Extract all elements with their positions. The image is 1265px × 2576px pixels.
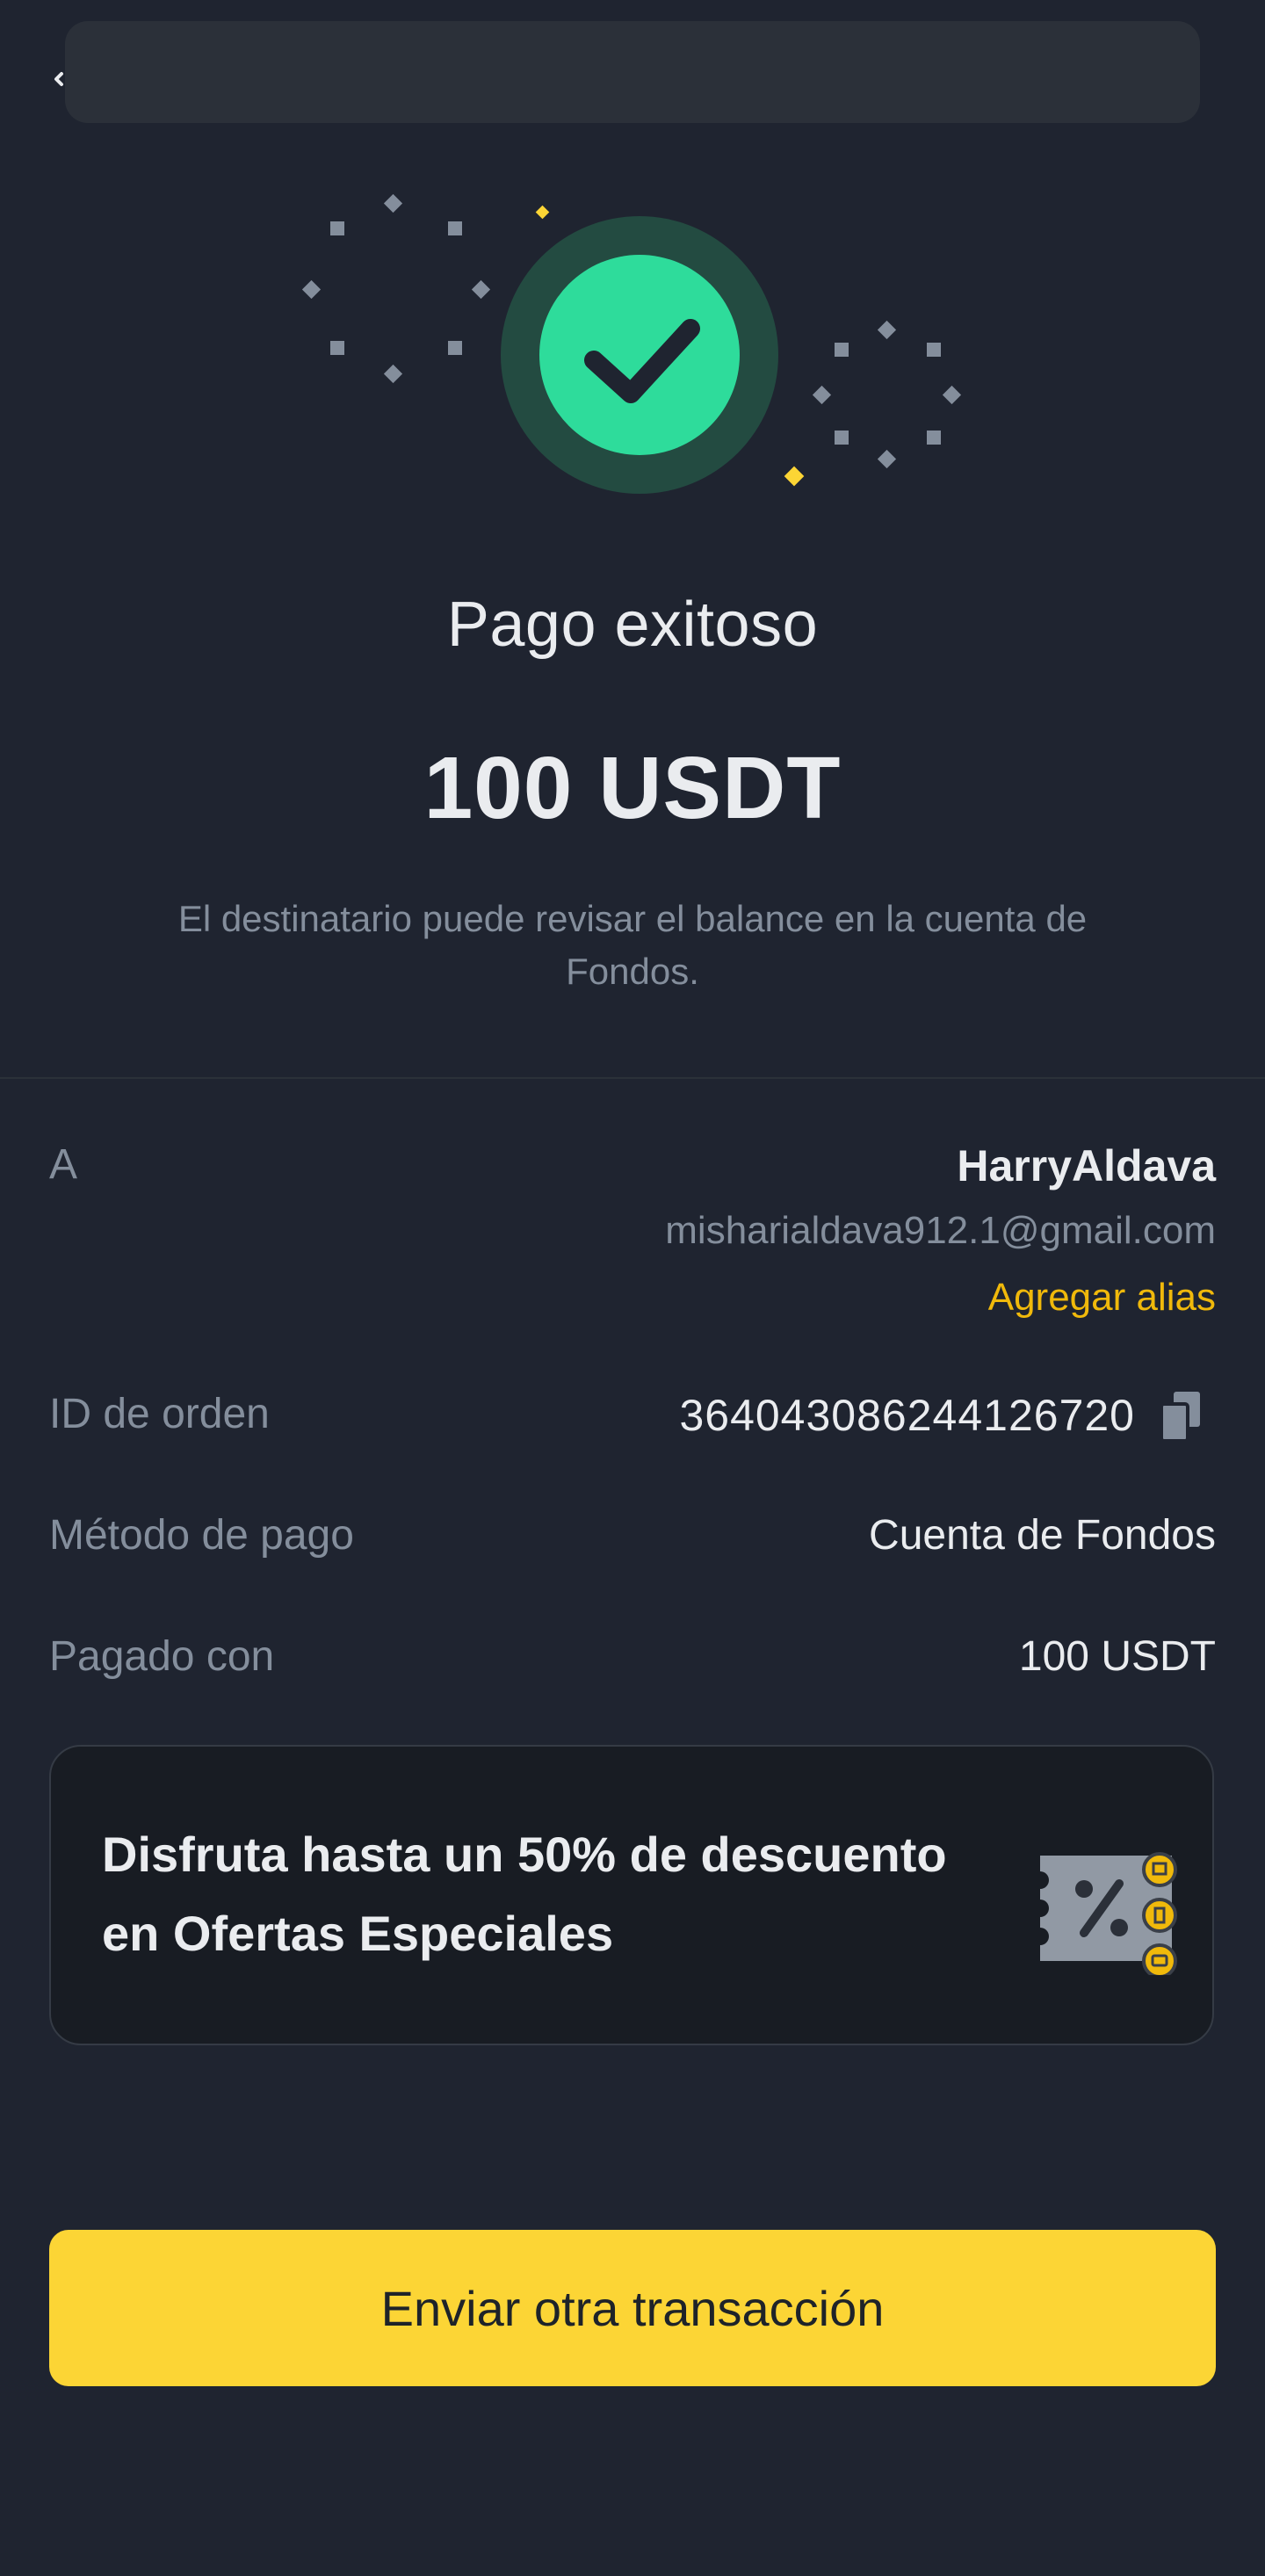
order-id-value: 364043086244126720	[679, 1391, 1135, 1440]
back-arrow-icon[interactable]	[53, 69, 65, 90]
payment-amount: 100 USDT	[423, 739, 842, 837]
success-illustration	[301, 193, 962, 494]
paid-with-value: 100 USDT	[1018, 1633, 1216, 1680]
discount-coupon-icon	[1040, 1852, 1177, 1975]
order-id-label: ID de orden	[49, 1391, 270, 1437]
payment-method-value: Cuenta de Fondos	[869, 1512, 1216, 1559]
check-circle-icon	[539, 255, 740, 455]
copy-icon[interactable]	[1161, 1392, 1204, 1441]
paid-with-label: Pagado con	[49, 1633, 275, 1680]
confetti-right	[812, 320, 962, 469]
add-alias-link[interactable]: Agregar alias	[988, 1276, 1216, 1320]
send-another-transaction-button[interactable]: Enviar otra transacción	[49, 2230, 1216, 2386]
recipient-label: A	[49, 1141, 78, 1188]
promo-text: Disfruta hasta un 50% de descuento en Of…	[102, 1827, 947, 1961]
recipient-email: misharialdava912.1@gmail.com	[665, 1209, 1216, 1252]
page-title: Pago exitoso	[446, 590, 819, 660]
promo-banner[interactable]: Disfruta hasta un 50% de descuento en Of…	[49, 1745, 1214, 2045]
top-search-bar[interactable]	[65, 21, 1200, 123]
recipient-name: HarryAldava	[957, 1141, 1216, 1190]
status-message: El destinatario puede revisar el balance…	[177, 898, 1088, 992]
payment-method-label: Método de pago	[49, 1512, 354, 1559]
divider	[0, 1077, 1265, 1079]
confetti-left	[301, 193, 491, 384]
